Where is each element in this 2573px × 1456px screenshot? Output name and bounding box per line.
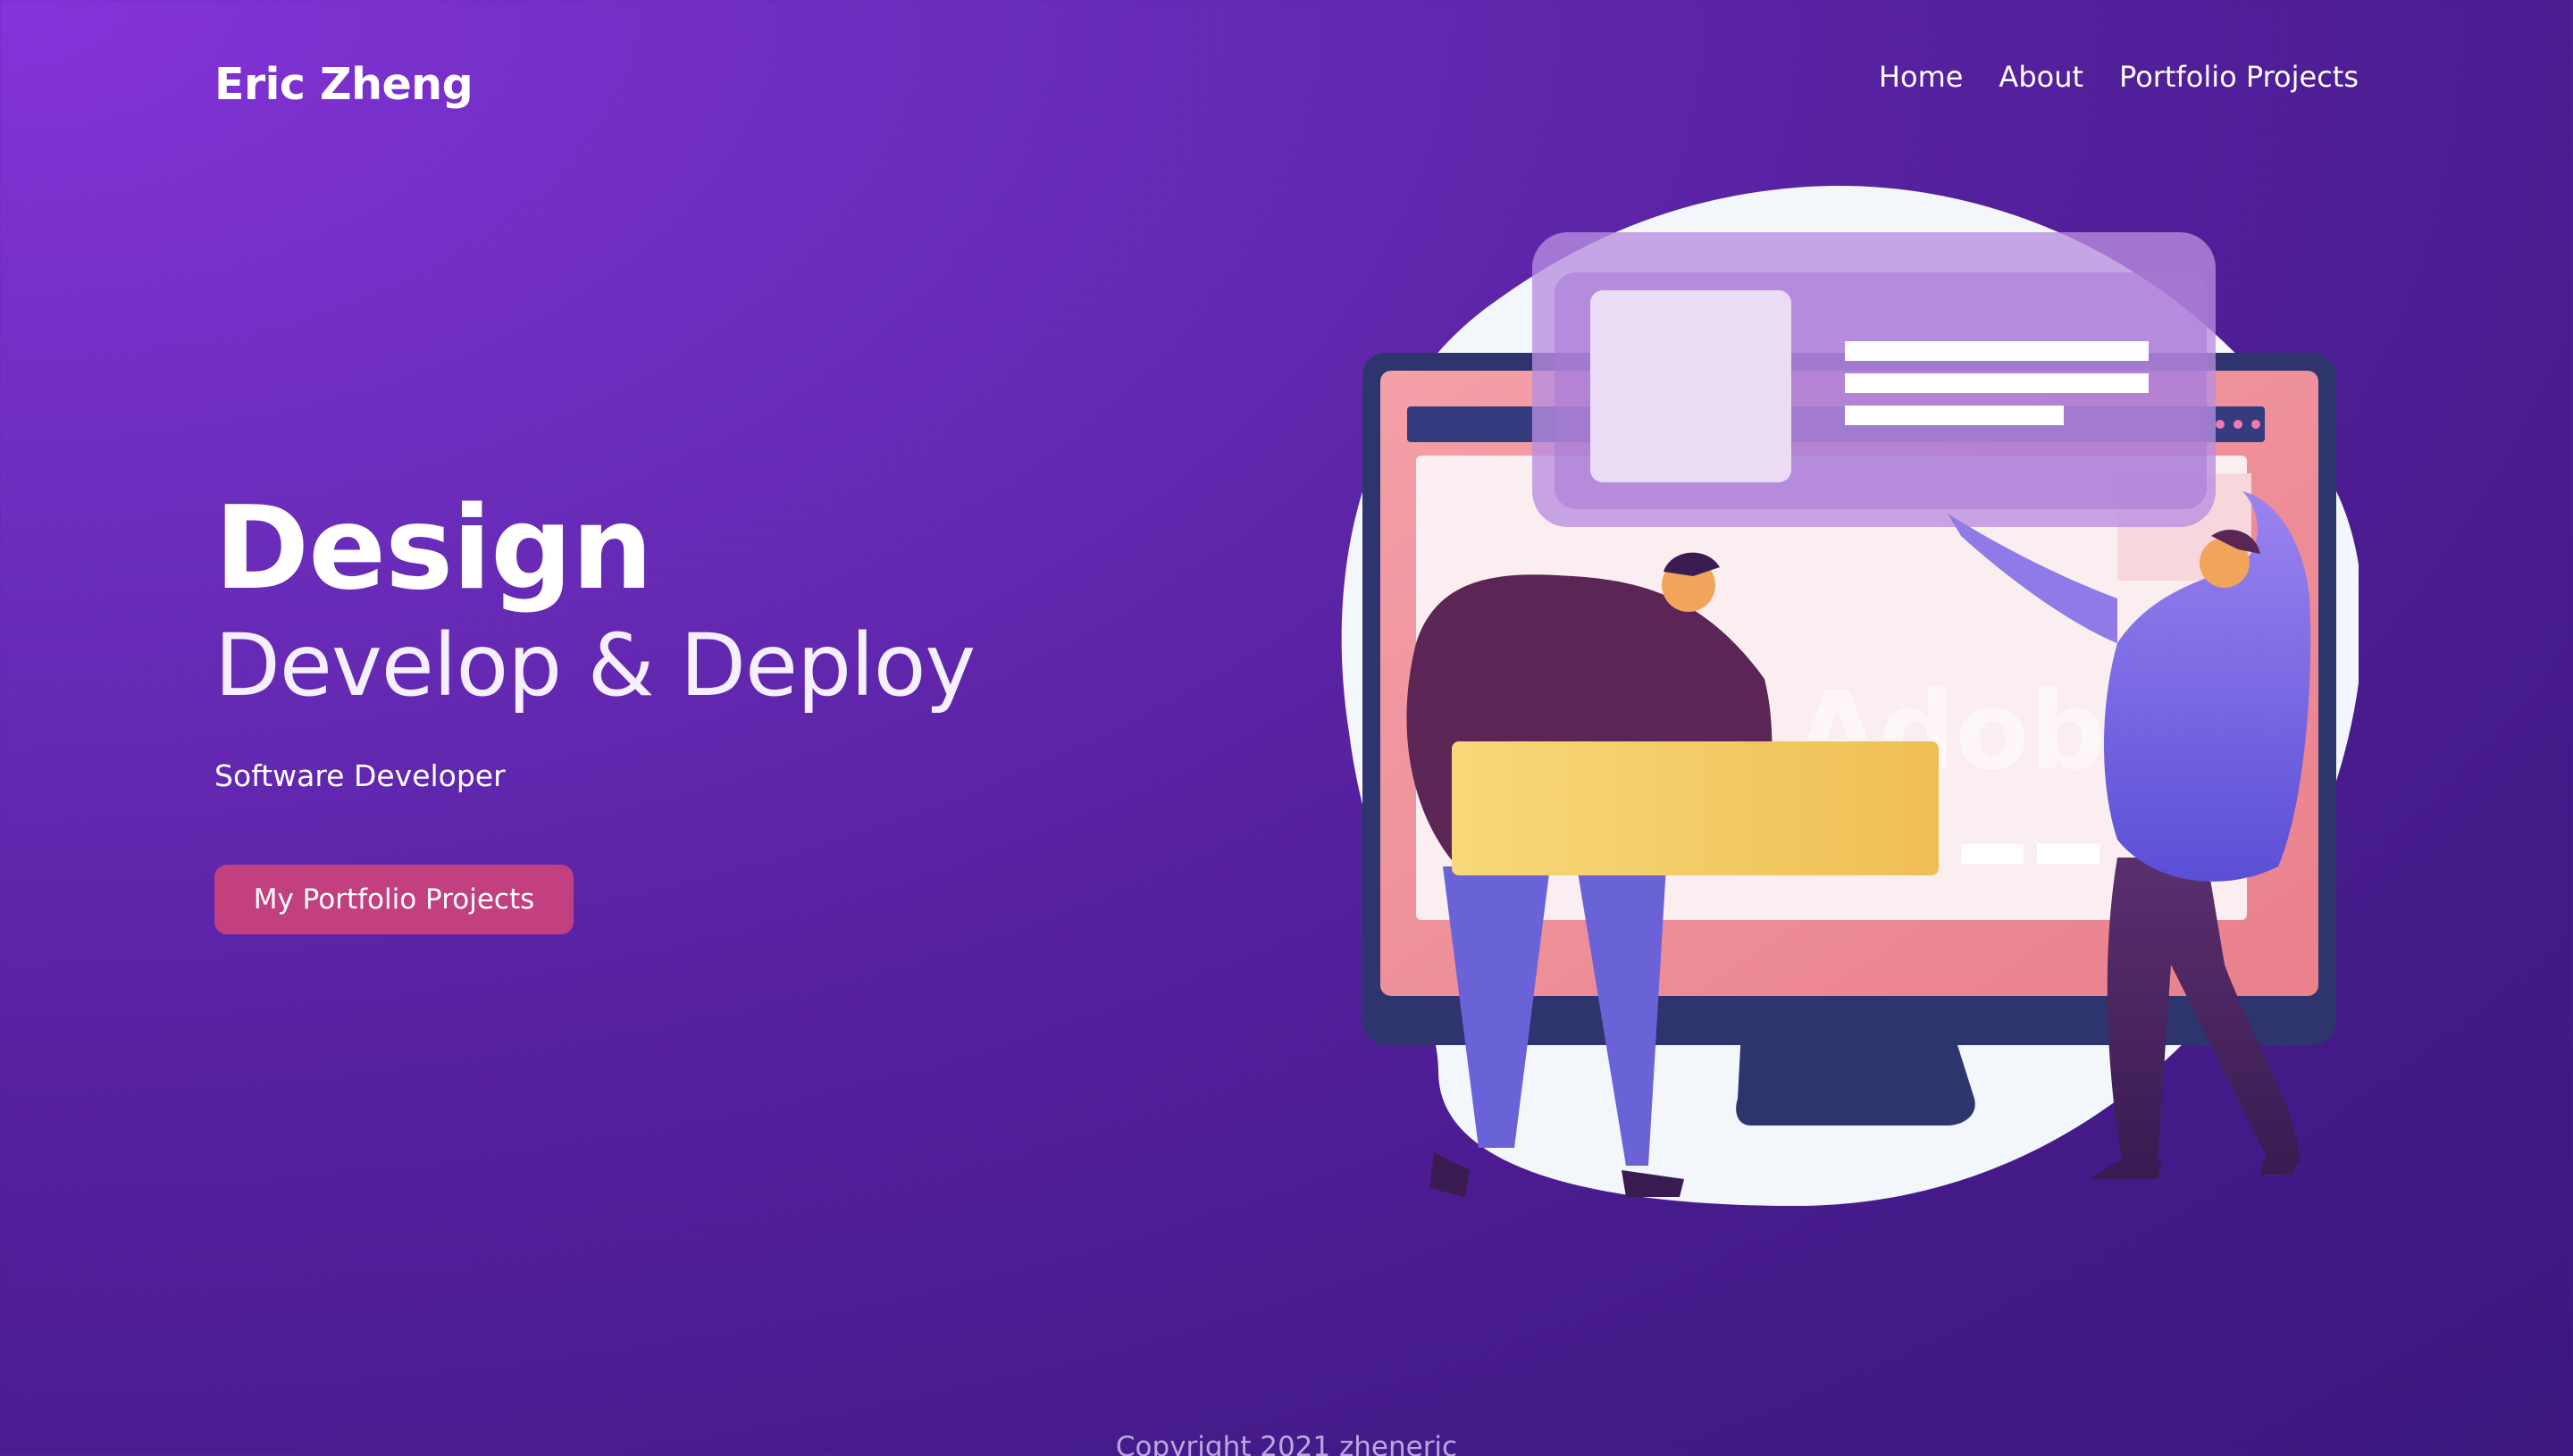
monitor-stand xyxy=(1736,1014,1975,1125)
portfolio-projects-button[interactable]: My Portfolio Projects xyxy=(214,865,574,934)
nav-about-link[interactable]: About xyxy=(1999,59,2083,95)
brand-name[interactable]: Eric Zheng xyxy=(214,59,474,110)
hero-illustration: Adobe xyxy=(1341,185,2359,1206)
hero-subtitle: Develop & Deploy xyxy=(214,615,976,715)
top-nav: Home About Portfolio Projects xyxy=(1879,59,2359,95)
hero-title: Design xyxy=(214,482,653,615)
hero-role: Software Developer xyxy=(214,758,506,793)
nav-portfolio-link[interactable]: Portfolio Projects xyxy=(2119,59,2359,95)
nav-home-link[interactable]: Home xyxy=(1879,59,1964,95)
yellow-box xyxy=(1452,741,1939,875)
footer-copyright: Copyright 2021 zheneric xyxy=(1115,1431,1458,1456)
